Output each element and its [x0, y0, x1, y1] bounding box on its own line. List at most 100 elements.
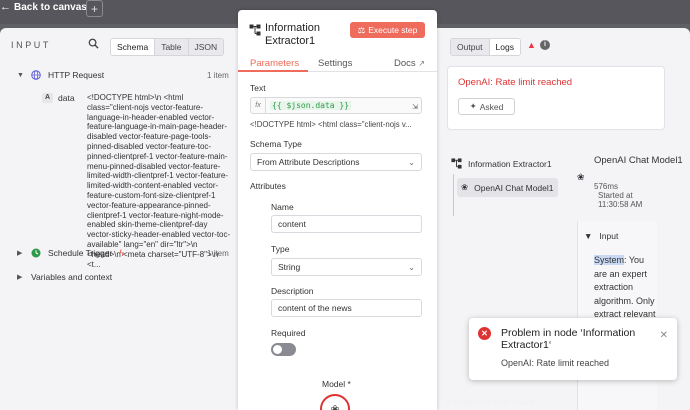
expand-icon[interactable]: ⇲	[412, 103, 418, 111]
openai-icon: ❀	[577, 172, 585, 182]
search-icon[interactable]	[88, 38, 99, 49]
tree-item-variables[interactable]: ▶ Variables and context	[17, 272, 112, 282]
chevron-right-icon: ▶	[17, 250, 23, 257]
required-label: Required	[271, 328, 306, 338]
tab-table[interactable]: Table	[155, 39, 189, 55]
model-connector-button[interactable]: ❀	[320, 394, 350, 410]
type-select[interactable]: String ⌄	[271, 258, 422, 276]
error-toast: ✕ Problem in node ‘Information Extractor…	[469, 318, 677, 380]
fx-icon: fx	[251, 98, 266, 113]
close-icon[interactable]: ✕	[660, 330, 668, 341]
type-value: String	[278, 262, 301, 272]
text-expression-preview: <!DOCTYPE html> <html class="client-nojs…	[250, 120, 412, 129]
toast-message: OpenAI: Rate limit reached	[501, 358, 610, 368]
error-message: OpenAI: Rate limit reached	[458, 77, 573, 88]
toast-title: Problem in node ‘Information Extractor1‘	[501, 327, 636, 351]
external-link-icon: ↗	[418, 59, 425, 68]
description-label: Description	[271, 286, 314, 296]
tab-parameters[interactable]: Parameters	[250, 58, 299, 69]
system-role-label: System	[594, 255, 625, 265]
tree-item-schedule-trigger[interactable]: ▶ Schedule Trigger ϟ	[17, 248, 124, 258]
data-value: <!DOCTYPE html>\n <html class="client-no…	[87, 93, 231, 269]
execute-step-button[interactable]: ⚖ Execute step	[350, 22, 425, 38]
flask-icon: ⚖	[357, 24, 366, 35]
input-heading: INPUT	[11, 40, 51, 50]
tab-output[interactable]: Output	[451, 39, 489, 55]
started-at: Started at 11:30:58 AM	[598, 191, 643, 209]
back-label: Back to canvas	[14, 1, 87, 13]
plus-icon: +	[90, 1, 98, 16]
name-label: Name	[271, 202, 294, 212]
log-parent-label: Information Extractor1	[468, 158, 552, 169]
arrow-left-icon: ←	[0, 1, 11, 13]
attributes-label: Attributes	[250, 181, 286, 191]
text-expression: {{ $json.data }}	[270, 101, 352, 110]
node-tree-icon	[451, 158, 462, 169]
warning-icon: ▲	[527, 40, 536, 50]
error-icon: ✕	[478, 327, 491, 340]
text-label: Text	[250, 83, 266, 93]
type-label: Type	[271, 244, 290, 254]
schedule-trigger-label: Schedule Trigger	[48, 248, 113, 258]
log-detail-meta: 576ms Started at 11:30:58 AM	[594, 182, 654, 209]
asked-button[interactable]: ✦ Asked	[458, 98, 515, 115]
openai-icon: ❀	[461, 182, 469, 192]
lightning-icon: ϟ	[119, 248, 125, 258]
tab-docs[interactable]: Docs ↗	[394, 58, 425, 69]
required-toggle[interactable]	[271, 343, 296, 356]
feedback-label: I wish this node would...	[454, 398, 540, 407]
tree-connector	[453, 174, 454, 216]
clock-icon	[31, 248, 41, 258]
http-request-label: HTTP Request	[48, 70, 105, 80]
name-field[interactable]: content	[271, 215, 422, 233]
log-detail-title: OpenAI Chat Model1	[594, 155, 683, 166]
log-item-openai-chat-model[interactable]: ❀ OpenAI Chat Model1	[457, 178, 558, 197]
string-type-tag: A	[42, 93, 53, 103]
node-tabs: Parameters Settings Docs ↗	[238, 56, 437, 72]
chevron-down-icon: ▼	[584, 231, 593, 241]
schema-type-label: Schema Type	[250, 139, 302, 149]
model-label: Model *	[322, 379, 351, 389]
sparkle-icon: ✦	[469, 101, 477, 111]
output-view-tabs: Output Logs	[450, 38, 521, 56]
io-heading-label: Input	[599, 231, 619, 241]
chevron-down-icon: ⌄	[408, 263, 415, 272]
schedule-trigger-count: 1 item	[207, 249, 229, 258]
schema-type-value: From Attribute Descriptions	[257, 157, 360, 167]
variables-label: Variables and context	[31, 272, 113, 282]
feedback-link[interactable]: ● I wish this node would...	[446, 398, 540, 407]
tree-item-http-request[interactable]: ▼ HTTP Request	[17, 70, 104, 80]
error-card: OpenAI: Rate limit reached ✦ Asked	[447, 66, 665, 130]
description-value: content of the news	[278, 303, 352, 313]
node-parameters-panel: Information Extractor1 ⚖ Execute step Pa…	[238, 10, 437, 410]
tab-schema[interactable]: Schema	[111, 39, 156, 55]
tab-json[interactable]: JSON	[188, 39, 224, 55]
node-tree-icon	[249, 24, 261, 36]
active-tab-indicator	[238, 70, 308, 72]
io-heading[interactable]: ▼ Input	[584, 231, 618, 241]
name-value: content	[278, 219, 306, 229]
log-item-information-extractor[interactable]: Information Extractor1	[451, 158, 552, 169]
execute-label: Execute step	[368, 25, 418, 35]
input-panel: INPUT Schema Table JSON ▼ HTTP Request 1…	[0, 28, 238, 410]
openai-icon: ❀	[330, 403, 340, 410]
info-icon[interactable]: i	[540, 40, 550, 50]
chevron-down-icon: ⌄	[408, 158, 415, 167]
http-request-count: 1 item	[207, 71, 229, 80]
input-view-tabs: Schema Table JSON	[110, 38, 225, 56]
tab-logs[interactable]: Logs	[488, 39, 520, 55]
docs-label: Docs	[394, 58, 416, 69]
text-expression-field[interactable]: fx {{ $json.data }} ⇲	[250, 97, 422, 114]
back-to-canvas-button[interactable]: ← Back to canvas	[0, 0, 87, 14]
log-child-label: OpenAI Chat Model1	[474, 182, 554, 193]
globe-icon	[31, 70, 41, 80]
add-node-button[interactable]: +	[86, 0, 103, 17]
tab-settings[interactable]: Settings	[318, 58, 352, 69]
description-field[interactable]: content of the news	[271, 299, 422, 317]
data-key: data	[58, 93, 75, 103]
duration: 576ms	[594, 182, 619, 191]
schema-type-select[interactable]: From Attribute Descriptions ⌄	[250, 153, 422, 171]
input-output-card: ▼ Input System: You are an expert extrac…	[577, 221, 657, 410]
lightbulb-icon: ●	[446, 398, 451, 407]
chevron-right-icon: ▶	[17, 274, 23, 281]
